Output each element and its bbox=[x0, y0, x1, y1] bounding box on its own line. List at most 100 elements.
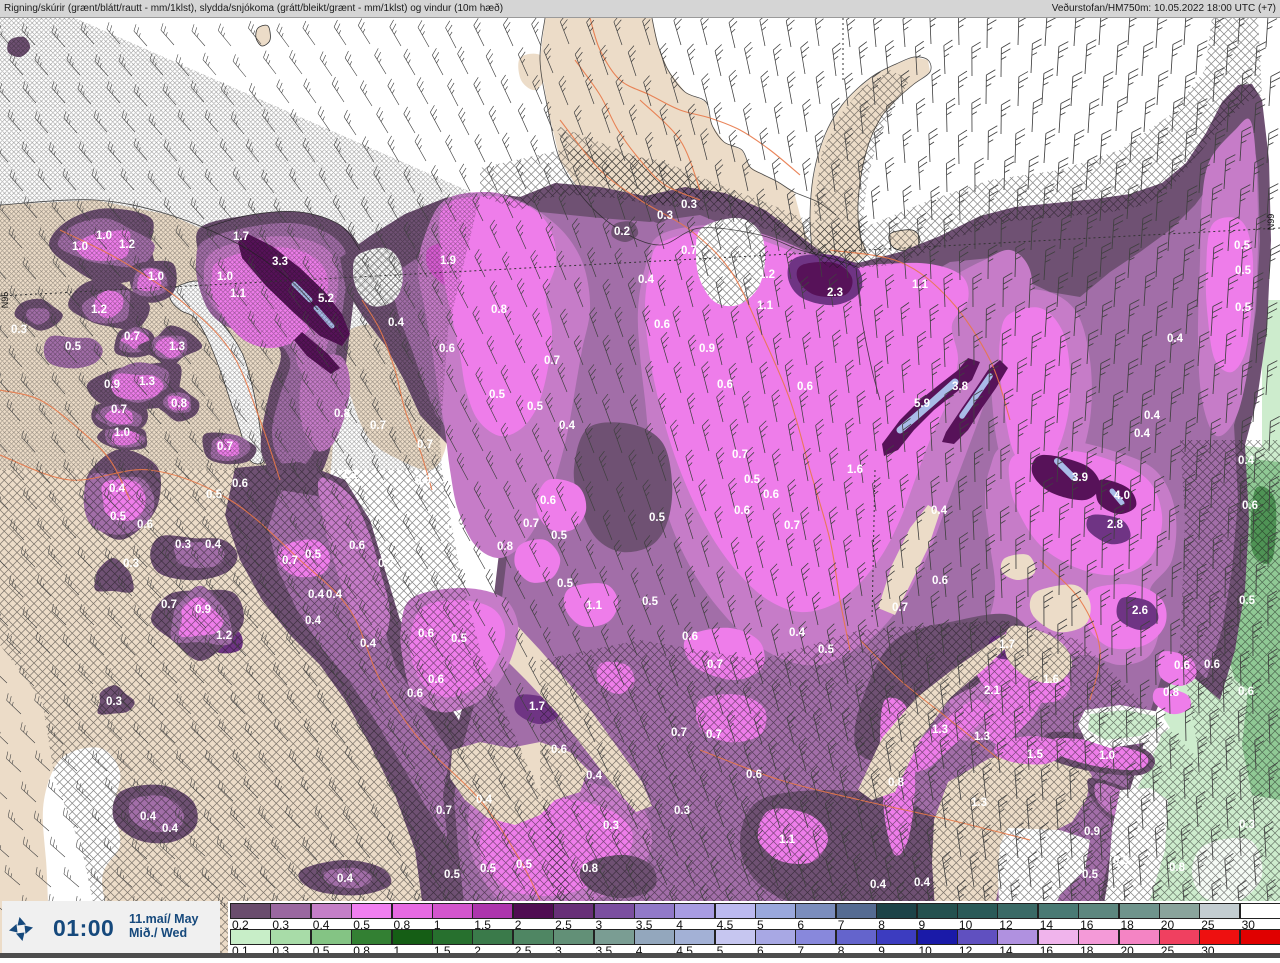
svg-text:0.6: 0.6 bbox=[682, 631, 698, 643]
svg-text:0.4: 0.4 bbox=[586, 770, 603, 782]
svg-text:1.0: 1.0 bbox=[217, 271, 233, 283]
svg-text:0.6: 0.6 bbox=[1238, 686, 1254, 698]
svg-text:5.2: 5.2 bbox=[318, 293, 334, 305]
svg-text:0.3: 0.3 bbox=[674, 805, 690, 817]
svg-text:0.7: 0.7 bbox=[124, 331, 140, 343]
svg-text:0.6: 0.6 bbox=[763, 489, 779, 501]
svg-text:1.3: 1.3 bbox=[932, 724, 948, 736]
svg-text:0.3: 0.3 bbox=[1239, 819, 1255, 831]
svg-text:0.7: 0.7 bbox=[544, 355, 560, 367]
svg-text:0.7: 0.7 bbox=[523, 518, 539, 530]
svg-text:0.7: 0.7 bbox=[707, 659, 723, 671]
svg-text:1.6: 1.6 bbox=[847, 464, 863, 476]
svg-text:0.4: 0.4 bbox=[789, 627, 806, 639]
svg-text:1.3: 1.3 bbox=[971, 797, 987, 809]
svg-text:0.5: 0.5 bbox=[1082, 869, 1099, 881]
svg-text:0.4: 0.4 bbox=[1167, 333, 1184, 345]
svg-text:0.5: 0.5 bbox=[1234, 240, 1251, 252]
svg-text:1.2: 1.2 bbox=[216, 630, 232, 642]
svg-text:0.7: 0.7 bbox=[892, 602, 908, 614]
svg-text:0.6: 0.6 bbox=[797, 381, 813, 393]
svg-text:0.4: 0.4 bbox=[308, 589, 325, 601]
svg-text:0.6: 0.6 bbox=[1204, 659, 1220, 671]
svg-text:0.6: 0.6 bbox=[746, 769, 762, 781]
svg-text:0.7: 0.7 bbox=[370, 420, 386, 432]
svg-text:0.7: 0.7 bbox=[282, 555, 298, 567]
svg-text:1.0: 1.0 bbox=[114, 427, 130, 439]
svg-text:0.5: 0.5 bbox=[1239, 595, 1256, 607]
svg-text:0.7: 0.7 bbox=[436, 805, 452, 817]
svg-text:0.4: 0.4 bbox=[1134, 428, 1151, 440]
svg-text:0.7: 0.7 bbox=[671, 727, 687, 739]
svg-text:0.6: 0.6 bbox=[551, 744, 567, 756]
svg-text:3.9: 3.9 bbox=[1072, 472, 1088, 484]
svg-text:0.4: 0.4 bbox=[638, 274, 655, 286]
svg-text:3.8: 3.8 bbox=[952, 381, 969, 393]
svg-text:0.7: 0.7 bbox=[706, 729, 722, 741]
svg-text:0.5: 0.5 bbox=[744, 474, 761, 486]
svg-text:0.3: 0.3 bbox=[175, 539, 191, 551]
svg-text:0.5: 0.5 bbox=[642, 596, 659, 608]
svg-text:0.9: 0.9 bbox=[699, 343, 715, 355]
svg-text:0.4: 0.4 bbox=[388, 317, 405, 329]
svg-text:0.6: 0.6 bbox=[1242, 500, 1258, 512]
svg-text:0.4: 0.4 bbox=[1144, 410, 1161, 422]
svg-text:0.9: 0.9 bbox=[1084, 826, 1100, 838]
svg-text:1.0: 1.0 bbox=[96, 230, 112, 242]
svg-text:0.8: 0.8 bbox=[1169, 862, 1186, 874]
svg-text:0.4: 0.4 bbox=[1238, 455, 1255, 467]
svg-text:0.8: 0.8 bbox=[1163, 687, 1180, 699]
svg-text:1.0: 1.0 bbox=[148, 271, 164, 283]
svg-text:0.3: 0.3 bbox=[657, 210, 673, 222]
svg-text:0.4: 0.4 bbox=[205, 539, 222, 551]
svg-text:1.1: 1.1 bbox=[230, 288, 247, 300]
svg-text:1.0: 1.0 bbox=[1099, 750, 1115, 762]
svg-text:0.5: 0.5 bbox=[305, 549, 322, 561]
svg-text:0.5: 0.5 bbox=[206, 489, 223, 501]
svg-text:0.4: 0.4 bbox=[326, 589, 343, 601]
svg-text:4.0: 4.0 bbox=[1114, 490, 1130, 502]
svg-text:0.3: 0.3 bbox=[603, 820, 619, 832]
svg-text:1.7: 1.7 bbox=[999, 639, 1015, 651]
svg-text:5.9: 5.9 bbox=[914, 398, 930, 410]
svg-text:0.7: 0.7 bbox=[217, 441, 233, 453]
svg-text:0.5: 0.5 bbox=[649, 512, 666, 524]
svg-text:0.7: 0.7 bbox=[681, 245, 697, 257]
svg-text:1.3: 1.3 bbox=[139, 376, 155, 388]
svg-text:0.6: 0.6 bbox=[418, 628, 434, 640]
svg-text:0.5: 0.5 bbox=[527, 401, 544, 413]
svg-text:0.9: 0.9 bbox=[104, 379, 120, 391]
svg-text:0.4: 0.4 bbox=[360, 638, 377, 650]
svg-text:0.5: 0.5 bbox=[447, 521, 464, 533]
svg-text:0.4: 0.4 bbox=[870, 879, 887, 891]
svg-text:0.3: 0.3 bbox=[123, 558, 139, 570]
svg-text:2.8: 2.8 bbox=[1107, 519, 1124, 531]
svg-text:0.6: 0.6 bbox=[540, 495, 556, 507]
svg-text:0.4: 0.4 bbox=[140, 811, 157, 823]
svg-text:0.4: 0.4 bbox=[305, 615, 322, 627]
svg-text:0.5: 0.5 bbox=[1235, 265, 1252, 277]
svg-text:1.1: 1.1 bbox=[779, 834, 796, 846]
svg-text:0.5: 0.5 bbox=[551, 530, 568, 542]
svg-text:1.1: 1.1 bbox=[586, 600, 603, 612]
svg-text:0.6: 0.6 bbox=[734, 505, 750, 517]
svg-text:1.2: 1.2 bbox=[119, 239, 135, 251]
svg-text:0.4: 0.4 bbox=[559, 420, 576, 432]
svg-text:0.6: 0.6 bbox=[428, 674, 444, 686]
svg-text:0.8: 0.8 bbox=[582, 863, 599, 875]
svg-text:0.5: 0.5 bbox=[1235, 302, 1252, 314]
svg-text:N99: N99 bbox=[1266, 214, 1276, 231]
svg-text:0.8: 0.8 bbox=[334, 408, 351, 420]
svg-text:0.8: 0.8 bbox=[497, 541, 514, 553]
svg-text:1.1: 1.1 bbox=[342, 469, 359, 481]
svg-text:0.5: 0.5 bbox=[110, 511, 127, 523]
svg-text:0.7: 0.7 bbox=[378, 558, 394, 570]
svg-text:0.6: 0.6 bbox=[654, 319, 670, 331]
svg-text:0.7: 0.7 bbox=[784, 520, 800, 532]
svg-text:0.8: 0.8 bbox=[888, 777, 905, 789]
svg-text:0.6: 0.6 bbox=[349, 540, 365, 552]
svg-text:3.3: 3.3 bbox=[272, 256, 288, 268]
svg-text:0.3: 0.3 bbox=[11, 324, 27, 336]
svg-text:0.4: 0.4 bbox=[914, 877, 931, 889]
svg-text:1.3: 1.3 bbox=[169, 341, 185, 353]
